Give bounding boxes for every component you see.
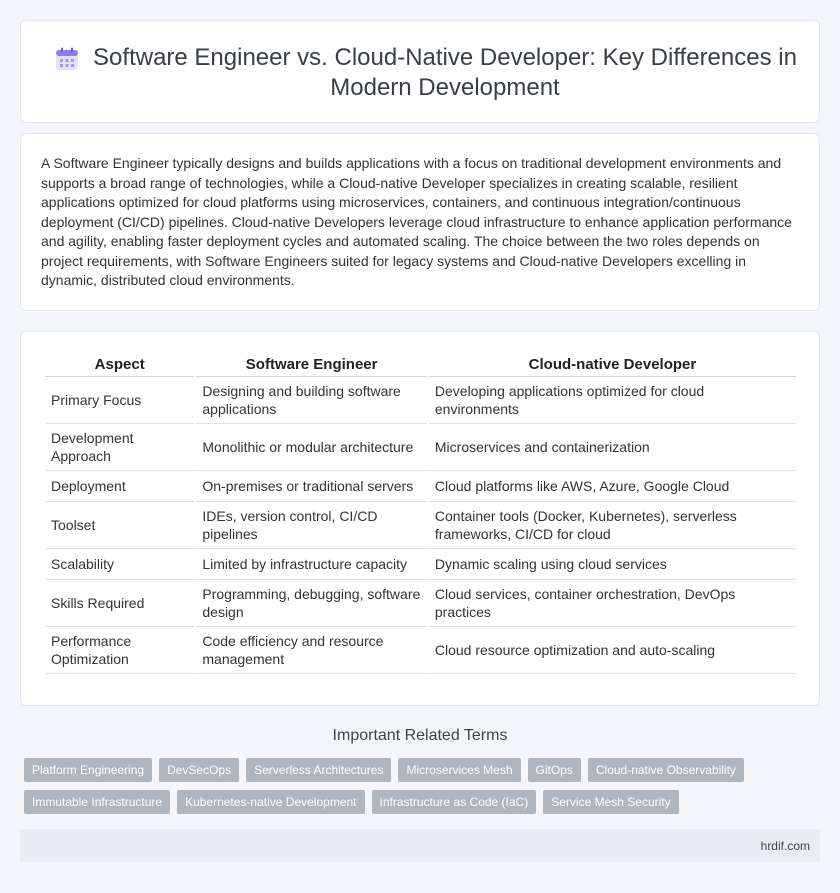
header-cloud-native-developer: Cloud-native Developer: [428, 352, 796, 377]
table-row: Scalability Limited by infrastructure ca…: [45, 549, 796, 580]
tag-infrastructure-as-code[interactable]: Infrastructure as Code (IaC): [371, 790, 537, 814]
table-cell-cloud-native: Microservices and containerization: [428, 424, 796, 471]
table-cell-cloud-native: Dynamic scaling using cloud services: [428, 549, 796, 580]
table-cell-aspect: Scalability: [45, 549, 195, 580]
summary-paragraph: A Software Engineer typically designs an…: [41, 155, 792, 288]
tag-gitops[interactable]: GitOps: [527, 758, 581, 782]
table-row: Primary Focus Designing and building sof…: [45, 377, 796, 424]
tag-devsecops[interactable]: DevSecOps: [159, 758, 240, 782]
tag-kubernetes-native-development[interactable]: Kubernetes-native Development: [177, 790, 365, 814]
table-header-row: Aspect Software Engineer Cloud-native De…: [45, 352, 796, 377]
table-cell-software-engineer: Code efficiency and resource management: [196, 627, 427, 674]
table-cell-aspect: Performance Optimization: [45, 627, 195, 674]
page-title: Software Engineer vs. Cloud-Native Devel…: [93, 44, 797, 101]
tag-microservices-mesh[interactable]: Microservices Mesh: [398, 758, 521, 782]
table-cell-aspect: Development Approach: [45, 424, 195, 471]
tag-cloud-native-observability[interactable]: Cloud-native Observability: [587, 758, 744, 782]
table-row: Skills Required Programming, debugging, …: [45, 580, 796, 627]
table-cell-aspect: Skills Required: [45, 580, 195, 627]
header-aspect: Aspect: [45, 352, 195, 377]
tag-platform-engineering[interactable]: Platform Engineering: [24, 758, 153, 782]
comparison-table: Aspect Software Engineer Cloud-native De…: [43, 352, 798, 674]
related-terms-heading: Important Related Terms: [332, 727, 508, 744]
table-cell-aspect: Deployment: [45, 471, 195, 502]
table-cell-software-engineer: Limited by infrastructure capacity: [196, 549, 427, 580]
table-row: Performance Optimization Code efficiency…: [45, 627, 796, 674]
header-software-engineer: Software Engineer: [196, 352, 427, 377]
calendar-icon: [56, 47, 78, 70]
table-cell-software-engineer: Programming, debugging, software design: [196, 580, 427, 627]
table-row: Toolset IDEs, version control, CI/CD pip…: [45, 502, 796, 549]
table-cell-aspect: Toolset: [45, 502, 195, 549]
table-cell-cloud-native: Cloud platforms like AWS, Azure, Google …: [428, 471, 796, 502]
table-cell-software-engineer: IDEs, version control, CI/CD pipelines: [196, 502, 427, 549]
table-cell-cloud-native: Cloud resource optimization and auto-sca…: [428, 627, 796, 674]
footer-bar: hrdif.com: [20, 829, 820, 862]
table-row: Development Approach Monolithic or modul…: [45, 424, 796, 471]
table-cell-cloud-native: Developing applications optimized for cl…: [428, 377, 796, 424]
table-cell-aspect: Primary Focus: [45, 377, 195, 424]
table-cell-cloud-native: Container tools (Docker, Kubernetes), se…: [428, 502, 796, 549]
tag-service-mesh-security[interactable]: Service Mesh Security: [543, 790, 679, 814]
table-cell-software-engineer: Designing and building software applicat…: [196, 377, 427, 424]
table-cell-software-engineer: Monolithic or modular architecture: [196, 424, 427, 471]
table-row: Deployment On-premises or traditional se…: [45, 471, 796, 502]
tag-serverless-architectures[interactable]: Serverless Architectures: [246, 758, 392, 782]
table-cell-cloud-native: Cloud services, container orchestration,…: [428, 580, 796, 627]
related-terms-tags: Platform Engineering DevSecOps Serverles…: [24, 758, 820, 814]
summary-card: A Software Engineer typically designs an…: [20, 133, 820, 311]
table-cell-software-engineer: On-premises or traditional servers: [196, 471, 427, 502]
comparison-table-card: Aspect Software Engineer Cloud-native De…: [20, 331, 820, 706]
footer-site-link[interactable]: hrdif.com: [761, 839, 810, 853]
tag-immutable-infrastructure[interactable]: Immutable Infrastructure: [24, 790, 171, 814]
title-card: Software Engineer vs. Cloud-Native Devel…: [20, 20, 820, 123]
